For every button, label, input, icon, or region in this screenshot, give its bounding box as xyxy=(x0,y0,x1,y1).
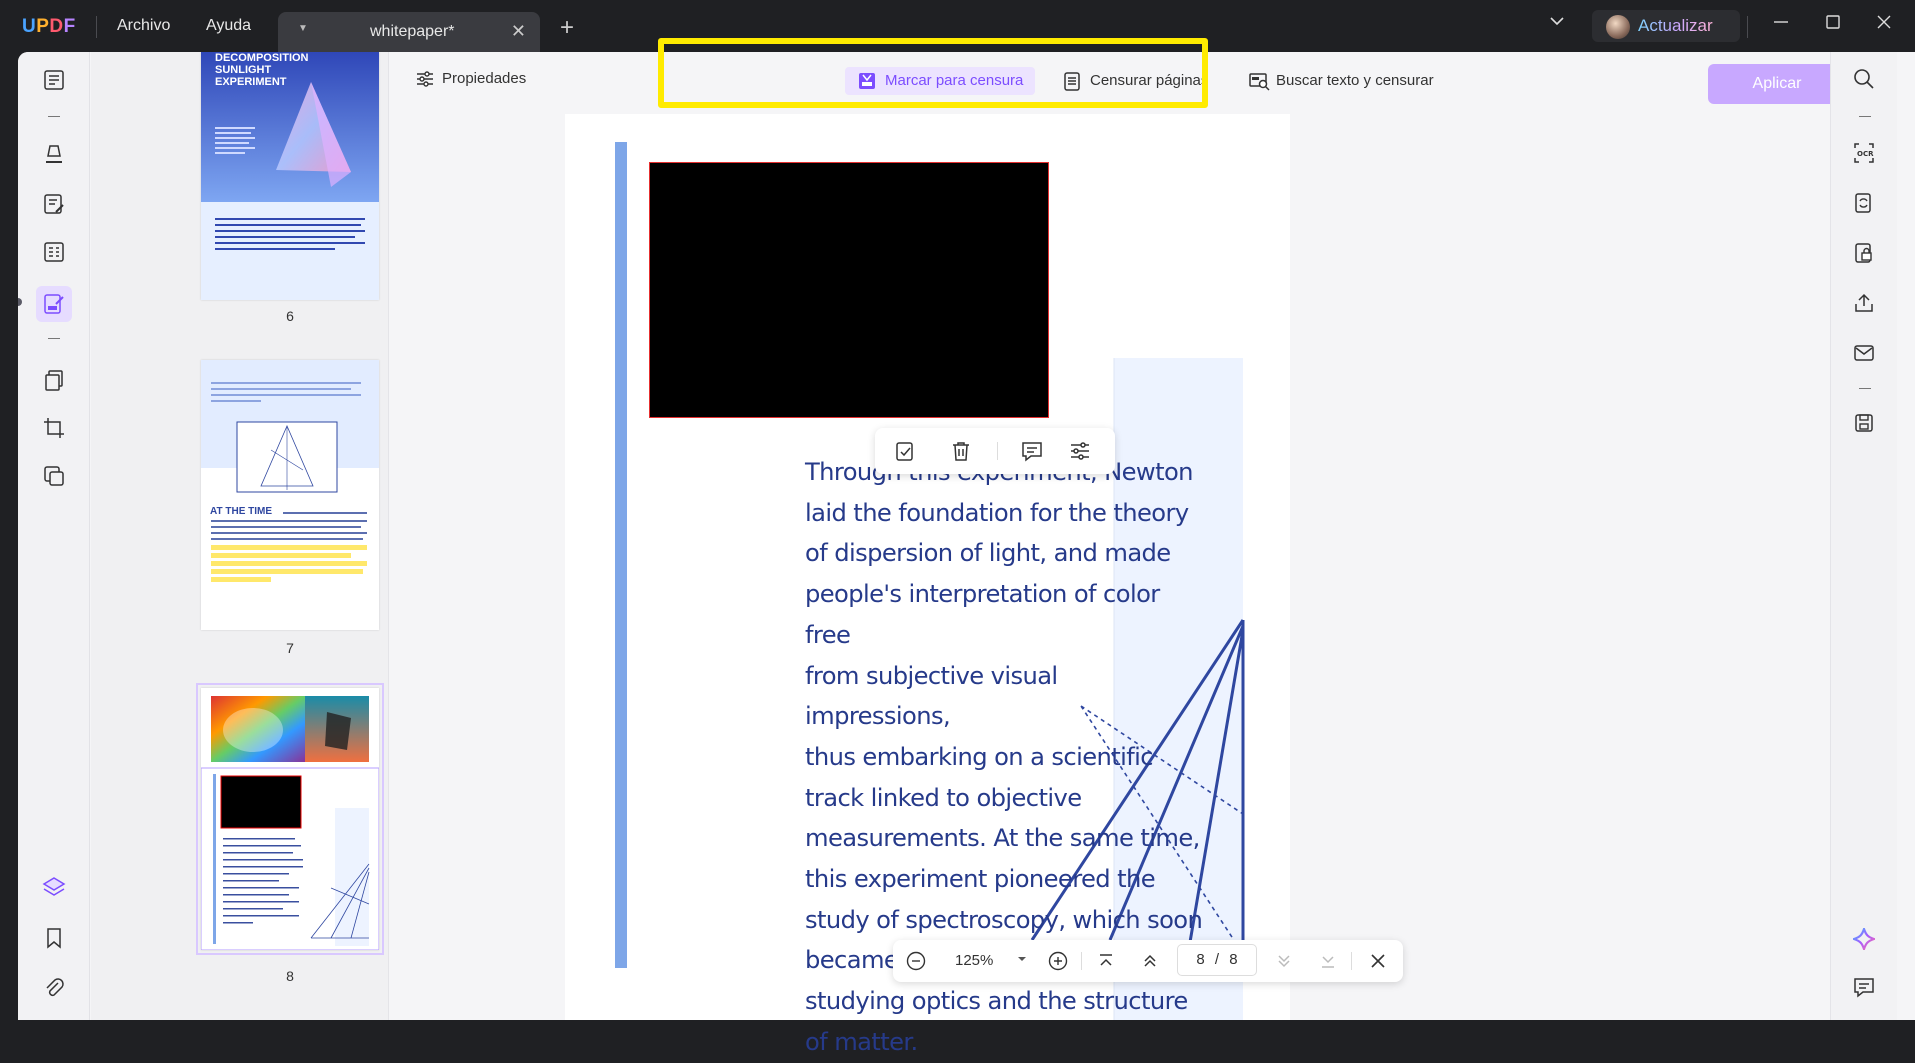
next-page-icon[interactable] xyxy=(1273,950,1295,976)
toolbar-separator xyxy=(1859,388,1871,389)
thumbnail-panel: DECOMPOSITION SUNLIGHT EXPERIMENT 6 AT T… xyxy=(91,52,389,1020)
delete-icon[interactable] xyxy=(950,440,972,467)
chevron-down-icon[interactable] xyxy=(1548,12,1566,35)
first-page-icon[interactable] xyxy=(1095,950,1117,976)
thumbnail-page-number: 6 xyxy=(286,308,294,324)
document-tab[interactable]: ▼ whitepaper* ✕ xyxy=(278,12,540,52)
thumbnail-page-8[interactable] xyxy=(196,683,384,955)
maximize-icon[interactable] xyxy=(1825,14,1841,35)
edit-pdf-icon[interactable] xyxy=(42,192,66,216)
convert-icon[interactable] xyxy=(1853,192,1875,214)
reader-icon[interactable] xyxy=(42,68,66,92)
page-separator: / xyxy=(1214,951,1220,968)
toolbar-separator xyxy=(48,338,60,339)
bar-separator xyxy=(997,442,998,460)
apply-redaction-icon[interactable] xyxy=(895,440,917,467)
thumbnail-page-number: 8 xyxy=(286,968,294,984)
search-and-redact-label: Buscar texto y censurar xyxy=(1276,72,1434,89)
properties-button[interactable]: Propiedades xyxy=(416,70,526,88)
bar-separator xyxy=(1351,952,1352,970)
menu-ayuda[interactable]: Ayuda xyxy=(206,17,251,35)
organize-pages-icon[interactable] xyxy=(42,368,66,392)
search-icon[interactable] xyxy=(1853,68,1875,90)
properties-icon[interactable] xyxy=(1069,440,1091,467)
comments-panel-icon[interactable] xyxy=(1853,976,1875,998)
redaction-action-bar xyxy=(875,428,1115,474)
upgrade-button[interactable]: Actualizar xyxy=(1592,10,1740,42)
page-number-field[interactable]: 8 / 8 xyxy=(1177,944,1257,976)
thumbnail-heading: AT THE TIME xyxy=(210,506,273,517)
upgrade-label: Actualizar xyxy=(1638,16,1713,35)
toolbar-separator xyxy=(48,116,60,117)
window-separator xyxy=(1747,16,1748,38)
close-window-icon[interactable] xyxy=(1876,14,1892,35)
redaction-mark[interactable] xyxy=(649,162,1049,418)
apply-button[interactable]: Aplicar xyxy=(1708,64,1846,104)
email-icon[interactable] xyxy=(1853,342,1875,364)
share-icon[interactable] xyxy=(1853,292,1875,314)
close-icon[interactable] xyxy=(1367,950,1389,976)
left-toolbar xyxy=(18,52,90,1020)
thumbnail-page-number: 7 xyxy=(286,640,294,656)
comment-icon[interactable] xyxy=(1021,440,1043,467)
zoom-value[interactable]: 125% xyxy=(955,952,993,969)
active-indicator xyxy=(18,298,22,306)
previous-page-icon[interactable] xyxy=(1139,950,1161,976)
menu-archivo[interactable]: Archivo xyxy=(117,17,170,35)
zoom-dropdown-icon[interactable] xyxy=(1015,952,1029,970)
bar-separator xyxy=(1081,952,1082,970)
bookmark-icon[interactable] xyxy=(42,926,66,950)
zoom-out-icon[interactable] xyxy=(905,950,927,976)
properties-label: Propiedades xyxy=(442,70,527,87)
save-icon[interactable] xyxy=(1853,412,1875,434)
page-accent-bar xyxy=(615,142,627,968)
right-toolbar: OCR xyxy=(1830,52,1897,1020)
thumbnail-page-6[interactable]: DECOMPOSITION SUNLIGHT EXPERIMENT xyxy=(201,52,379,300)
close-tab-icon[interactable]: ✕ xyxy=(511,21,526,42)
app-logo: UPDF xyxy=(22,16,76,37)
ai-assistant-icon[interactable] xyxy=(1850,925,1878,953)
protect-icon[interactable] xyxy=(1853,242,1875,264)
ocr-icon[interactable]: OCR xyxy=(1853,142,1875,164)
zoom-navigation-bar: 125% 8 / 8 xyxy=(893,940,1403,982)
layers-icon[interactable] xyxy=(42,875,66,899)
crop-icon[interactable] xyxy=(42,416,66,440)
tab-dropdown-icon[interactable]: ▼ xyxy=(298,23,308,34)
zoom-in-icon[interactable] xyxy=(1047,950,1069,976)
total-pages: 8 xyxy=(1229,951,1238,968)
attachment-icon[interactable] xyxy=(42,976,66,1000)
page-tools-icon[interactable] xyxy=(42,464,66,488)
avatar xyxy=(1606,15,1630,39)
toolbar-separator xyxy=(1859,116,1871,117)
thumbnail-page-7[interactable]: AT THE TIME xyxy=(201,360,379,630)
comment-highlighter-icon[interactable] xyxy=(42,142,66,166)
current-page: 8 xyxy=(1196,951,1205,968)
new-tab-icon[interactable]: + xyxy=(560,14,574,42)
yellow-highlight-frame xyxy=(658,38,1208,108)
tab-title: whitepaper* xyxy=(370,23,455,40)
redact-icon[interactable] xyxy=(42,292,66,316)
svg-text:OCR: OCR xyxy=(1857,150,1874,158)
menu-separator xyxy=(96,16,97,38)
thumbnail-title: DECOMPOSITION SUNLIGHT EXPERIMENT xyxy=(215,52,309,88)
form-icon[interactable] xyxy=(42,240,66,264)
redact-toolbar: Propiedades Marcar para censura Censurar… xyxy=(390,38,1846,122)
minimize-icon[interactable] xyxy=(1773,14,1789,35)
search-and-redact-button[interactable]: Buscar texto y censurar xyxy=(1236,67,1446,95)
last-page-icon[interactable] xyxy=(1317,950,1339,976)
